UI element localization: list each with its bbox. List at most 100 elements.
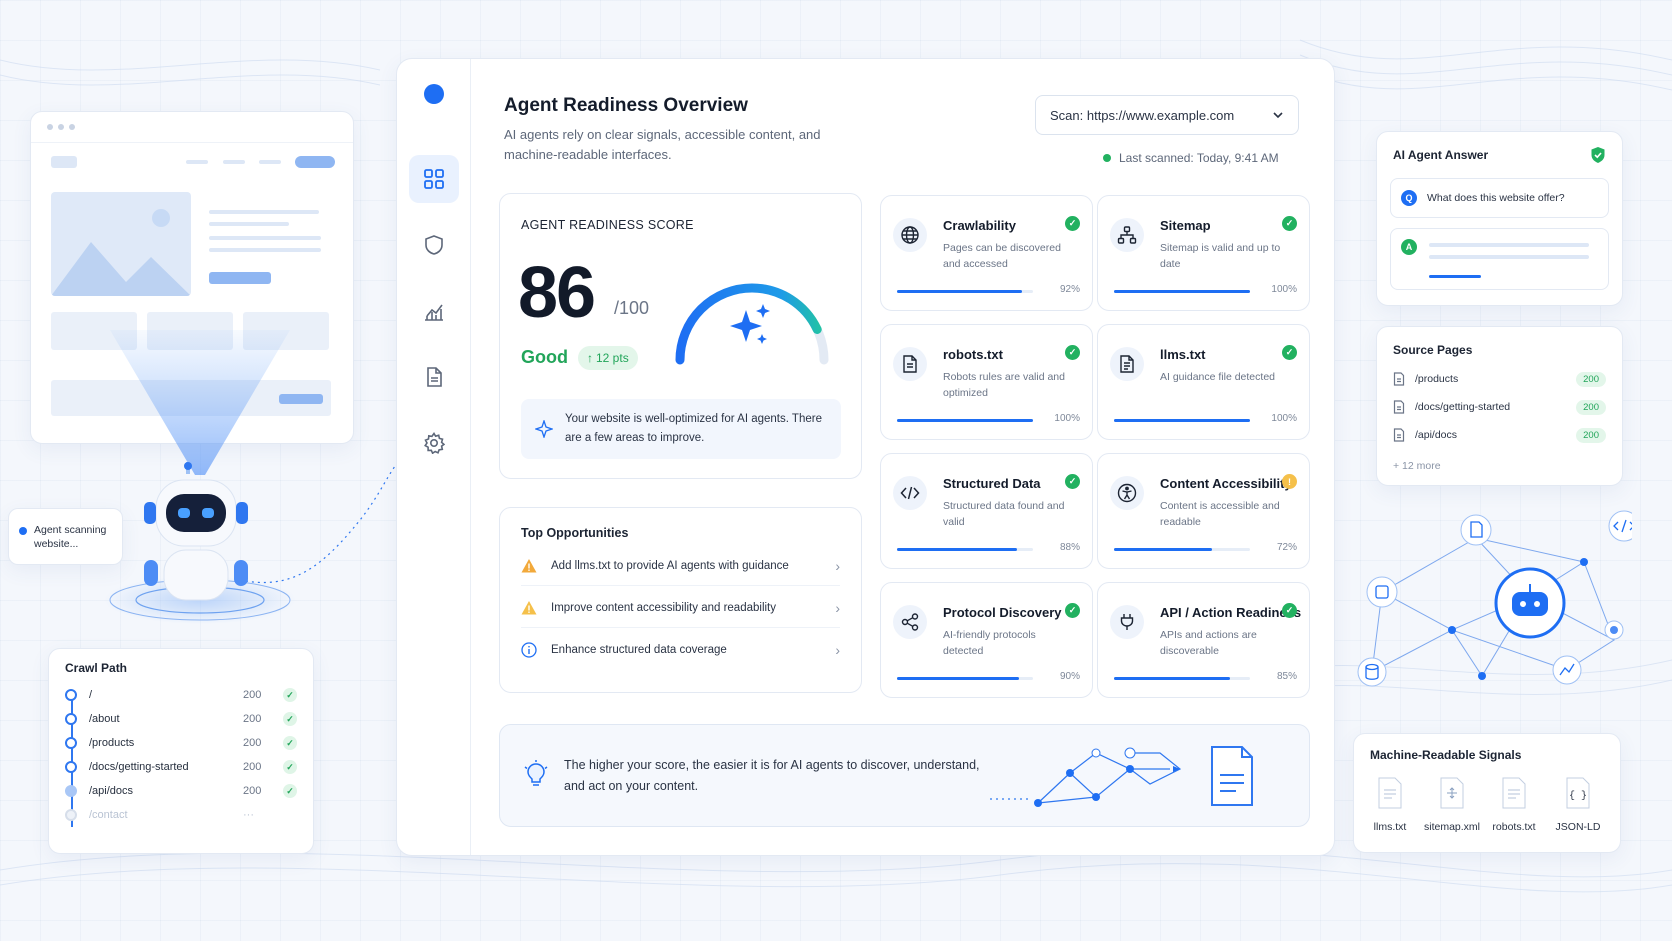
metric-desc: Structured data found and valid: [943, 500, 1065, 528]
crawl-path: /about: [89, 713, 120, 725]
chevron-right-icon: ›: [835, 599, 840, 616]
progress-bar: [897, 419, 1033, 422]
metric-name: Content Accessibility: [1160, 476, 1292, 491]
metric-card-crawlability[interactable]: Crawlability Pages can be discovered and…: [880, 195, 1093, 311]
source-row[interactable]: /api/docs 200: [1393, 425, 1606, 445]
check-icon: ✓: [283, 736, 297, 750]
metric-card-api-readiness[interactable]: API / Action Readiness APIs and actions …: [1097, 582, 1310, 698]
opportunity-label: Add llms.txt to provide AI agents with g…: [551, 559, 789, 572]
code-icon: [900, 486, 920, 500]
metric-card-robots[interactable]: robots.txt Robots rules are valid and op…: [880, 324, 1093, 440]
crawl-path: /docs/getting-started: [89, 761, 189, 773]
sitemap-file-icon: [1440, 777, 1464, 809]
arrow-up-icon: ↑: [587, 351, 593, 365]
nav-reports[interactable]: [409, 353, 459, 401]
progress-fill: [1114, 677, 1230, 680]
gear-icon: [424, 432, 445, 454]
metric-name: robots.txt: [943, 347, 1003, 362]
signal-item[interactable]: sitemap.xml: [1420, 776, 1484, 833]
crawl-row[interactable]: /products 200 ✓: [65, 731, 297, 755]
progress-fill: [897, 548, 1017, 551]
svg-text:{ }: { }: [1569, 790, 1587, 802]
crawl-row[interactable]: /docs/getting-started 200 ✓: [65, 755, 297, 779]
score-note: Your website is well-optimized for AI ag…: [521, 399, 841, 459]
warning-status-icon: !: [1282, 474, 1297, 489]
nav-analytics[interactable]: [409, 287, 459, 335]
signal-item[interactable]: { } JSON-LD: [1546, 776, 1610, 833]
brand-logo[interactable]: [424, 84, 444, 104]
machine-readable-signals-card: Machine-Readable Signals llms.txt sitema…: [1353, 733, 1621, 853]
metric-card-content-accessibility[interactable]: Content Accessibility Content is accessi…: [1097, 453, 1310, 569]
check-icon: ✓: [1065, 603, 1080, 618]
sources-title: Source Pages: [1393, 343, 1473, 357]
metric-desc: Content is accessible and readable: [1160, 500, 1280, 528]
progress-bar: [1114, 290, 1250, 293]
metric-card-protocol-discovery[interactable]: Protocol Discovery AI-friendly protocols…: [880, 582, 1093, 698]
opportunity-label: Improve content accessibility and readab…: [551, 601, 777, 614]
node-icon: [65, 689, 77, 701]
opportunity-item[interactable]: Enhance structured data coverage ›: [521, 630, 840, 670]
score-max: /100: [614, 298, 650, 318]
crawl-row[interactable]: /api/docs 200 ✓: [65, 779, 297, 803]
score-gauge: [675, 283, 829, 365]
metric-card-sitemap[interactable]: Sitemap Sitemap is valid and up to date …: [1097, 195, 1310, 311]
nav-settings[interactable]: [409, 419, 459, 467]
metric-card-structured-data[interactable]: Structured Data Structured data found an…: [880, 453, 1093, 569]
metric-name: Structured Data: [943, 476, 1041, 491]
info-icon: [521, 642, 537, 658]
opportunity-item[interactable]: Add llms.txt to provide AI agents with g…: [521, 546, 840, 586]
metric-name: Protocol Discovery: [943, 605, 1062, 620]
signal-label: robots.txt: [1492, 821, 1536, 833]
scan-url-select[interactable]: Scan: https://www.example.com: [1035, 95, 1299, 135]
metric-name: Sitemap: [1160, 218, 1211, 233]
progress-fill: [1114, 290, 1250, 293]
globe-icon: [1610, 626, 1618, 634]
crawl-row[interactable]: /contact ···: [65, 803, 297, 827]
metric-percent: 90%: [1059, 671, 1080, 682]
nav-dashboard[interactable]: [409, 155, 459, 203]
source-row[interactable]: /products 200: [1393, 369, 1606, 389]
opportunity-item[interactable]: Improve content accessibility and readab…: [521, 588, 840, 628]
status-dot: [19, 526, 27, 535]
accessibility-icon: [1117, 483, 1137, 503]
metric-card-llms[interactable]: llms.txt AI guidance file detected ✓ 100…: [1097, 324, 1310, 440]
source-row[interactable]: /docs/getting-started 200: [1393, 397, 1606, 417]
metric-desc: Sitemap is valid and up to date: [1160, 242, 1281, 270]
check-icon: ✓: [1282, 345, 1297, 360]
node-icon: [65, 761, 77, 773]
more-sources-link[interactable]: + 12 more: [1393, 460, 1441, 472]
answer-badge: A: [1401, 239, 1417, 255]
metric-name: Crawlability: [943, 218, 1016, 233]
status-badge: 200: [1576, 399, 1606, 415]
sparkle-icon: [535, 420, 553, 438]
progress-fill: [1114, 548, 1212, 551]
progress-fill: [897, 290, 1023, 293]
sparkle-icon: [730, 304, 770, 344]
metric-desc: Robots rules are valid and optimized: [943, 371, 1065, 399]
progress-bar: [1114, 419, 1250, 422]
progress-fill: [1114, 419, 1250, 422]
warning-icon: [521, 600, 537, 614]
metric-name: API / Action Readiness: [1160, 605, 1302, 620]
signal-label: JSON-LD: [1555, 821, 1601, 833]
signal-label: llms.txt: [1373, 821, 1407, 833]
chevron-right-icon: ›: [835, 557, 840, 574]
question-text: What does this website offer?: [1427, 192, 1565, 204]
status-dot: [1103, 154, 1111, 162]
check-icon: ✓: [1065, 345, 1080, 360]
last-scanned: Last scanned: Today, 9:41 AM: [1103, 151, 1279, 165]
signals-title: Machine-Readable Signals: [1370, 748, 1522, 762]
node-icon: [65, 785, 77, 797]
signal-item[interactable]: llms.txt: [1358, 776, 1422, 833]
metric-percent: 85%: [1276, 671, 1297, 682]
sitemap-icon: [1117, 226, 1137, 244]
check-icon: ✓: [283, 784, 297, 798]
crawl-row[interactable]: / 200 ✓: [65, 683, 297, 707]
crawl-row[interactable]: /about 200 ✓: [65, 707, 297, 731]
document-icon: [427, 367, 442, 387]
score-delta-text: 12 pts: [596, 351, 629, 365]
signal-item[interactable]: robots.txt: [1482, 776, 1546, 833]
progress-bar: [897, 548, 1033, 551]
progress-bar: [897, 290, 1033, 293]
nav-security[interactable]: [409, 221, 459, 269]
